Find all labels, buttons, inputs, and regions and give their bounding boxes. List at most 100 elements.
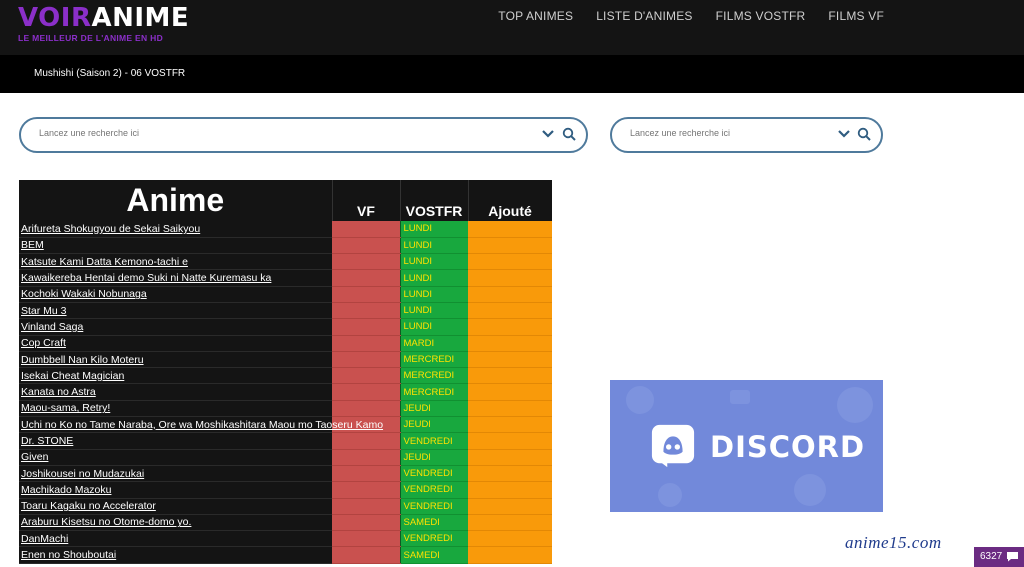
vostfr-day-cell: MERCREDI: [399, 383, 468, 401]
vostfr-day-cell: LUNDI: [399, 269, 468, 287]
vf-cell: [332, 253, 400, 271]
vostfr-day-cell: JEUDI: [399, 416, 468, 434]
anime-title-link[interactable]: Given: [19, 449, 332, 466]
chevron-down-icon[interactable]: [837, 127, 851, 141]
anime-schedule-table: Anime VF VOSTFR Ajouté Arifureta Shokugy…: [19, 180, 552, 564]
table-row: Araburu Kisetsu no Otome-domo yo. SAMEDI: [19, 514, 552, 532]
nav-liste-animes[interactable]: LISTE D'ANIMES: [596, 9, 692, 23]
anime-title-link[interactable]: Maou-sama, Retry!: [19, 400, 332, 418]
table-row: DanMachi VENDREDI: [19, 530, 552, 548]
anime-schedule-table-wrap: Anime VF VOSTFR Ajouté Arifureta Shokugy…: [19, 180, 552, 567]
logo-part-voir: VOIR: [18, 3, 92, 33]
header-ajoute: Ajouté: [468, 180, 552, 221]
table-row: Given JEUDI: [19, 449, 552, 466]
table-row: Cop Craft MARDI: [19, 335, 552, 352]
anime-title-link[interactable]: Kochoki Wakaki Nobunaga: [19, 286, 332, 303]
anime-title-link[interactable]: Toaru Kagaku no Accelerator: [19, 498, 332, 515]
sidebar-search-input[interactable]: [630, 128, 830, 138]
ajoute-cell: [468, 237, 552, 255]
chat-bubble-icon: [1007, 552, 1018, 562]
vostfr-day-cell: LUNDI: [399, 286, 468, 303]
vf-cell: [332, 269, 400, 287]
view-count-badge[interactable]: 6327: [974, 547, 1024, 567]
main-nav: TOP ANIMES LISTE D'ANIMES FILMS VOSTFR F…: [498, 9, 884, 23]
vf-cell: [332, 400, 400, 418]
vostfr-day-cell: MERCREDI: [399, 351, 468, 369]
table-row: Katsute Kami Datta Kemono-tachi e LUNDI: [19, 253, 552, 271]
anime-title-link[interactable]: BEM: [19, 237, 332, 255]
table-row: Kochoki Wakaki Nobunaga LUNDI: [19, 286, 552, 303]
discord-banner[interactable]: DISCORD: [610, 380, 883, 512]
table-row: Toaru Kagaku no Accelerator VENDREDI: [19, 498, 552, 515]
table-row: Machikado Mazoku VENDREDI: [19, 481, 552, 499]
table-body: Arifureta Shokugyou de Sekai Saikyou LUND…: [19, 221, 552, 564]
search-input[interactable]: [39, 128, 519, 138]
vostfr-day-cell: VENDREDI: [399, 498, 468, 515]
search-icon[interactable]: [857, 127, 871, 141]
chevron-down-icon[interactable]: [541, 127, 555, 141]
nav-films-vostfr[interactable]: FILMS VOSTFR: [716, 9, 806, 23]
table-row: Vinland Saga LUNDI: [19, 318, 552, 336]
ajoute-cell: [468, 302, 552, 320]
vostfr-day-cell: MARDI: [399, 335, 468, 352]
ajoute-cell: [468, 546, 552, 564]
vostfr-day-cell: VENDREDI: [399, 432, 468, 450]
vostfr-day-cell: VENDREDI: [399, 465, 468, 483]
anime-title-link[interactable]: DanMachi: [19, 530, 332, 548]
ajoute-cell: [468, 351, 552, 369]
vf-cell: [332, 530, 400, 548]
anime-title-link[interactable]: Arifureta Shokugyou de Sekai Saikyou: [19, 221, 332, 238]
vf-cell: [332, 318, 400, 336]
vostfr-day-cell: LUNDI: [399, 253, 468, 271]
anime-title-link[interactable]: Star Mu 3: [19, 302, 332, 320]
table-row: Dumbbell Nan Kilo Moteru MERCREDI: [19, 351, 552, 369]
vf-cell: [332, 302, 400, 320]
vostfr-day-cell: MERCREDI: [399, 367, 468, 385]
ajoute-cell: [468, 465, 552, 483]
table-row: Kawaikereba Hentai demo Suki ni Natte Ku…: [19, 269, 552, 287]
nav-films-vf[interactable]: FILMS VF: [828, 9, 884, 23]
ajoute-cell: [468, 286, 552, 303]
vostfr-day-cell: LUNDI: [399, 318, 468, 336]
search-icon[interactable]: [562, 127, 576, 141]
anime-title-link[interactable]: Cop Craft: [19, 335, 332, 352]
anime-title-link[interactable]: Dumbbell Nan Kilo Moteru: [19, 351, 332, 369]
vostfr-day-cell: JEUDI: [399, 400, 468, 418]
vostfr-day-cell: SAMEDI: [399, 546, 468, 564]
anime-title-link[interactable]: Dr. STONE: [19, 432, 332, 450]
table-row: Kanata no Astra MERCREDI: [19, 383, 552, 401]
ajoute-cell: [468, 318, 552, 336]
table-row: Enen no Shouboutai SAMEDI: [19, 546, 552, 564]
anime-title-link[interactable]: Kanata no Astra: [19, 383, 332, 401]
anime-title-link[interactable]: Vinland Saga: [19, 318, 332, 336]
anime-title-link[interactable]: Araburu Kisetsu no Otome-domo yo.: [19, 514, 332, 532]
nav-top-animes[interactable]: TOP ANIMES: [498, 9, 573, 23]
vf-cell: [332, 432, 400, 450]
watermark-text: anime15.com: [845, 533, 942, 552]
vf-cell: [332, 286, 400, 303]
ajoute-cell: [468, 253, 552, 271]
header-vf: VF: [332, 180, 401, 221]
ajoute-cell: [468, 416, 552, 434]
anime-title-link[interactable]: Enen no Shouboutai: [19, 546, 332, 564]
anime-title-link[interactable]: Joshikousei no Mudazukai: [19, 465, 332, 483]
logo-tagline: LE MEILLEUR DE L'ANIME EN HD: [18, 33, 164, 43]
anime-title-link[interactable]: Isekai Cheat Magician: [19, 367, 332, 385]
anime-title-link[interactable]: Machikado Mazoku: [19, 481, 332, 499]
top-navbar: VOIRANIME LE MEILLEUR DE L'ANIME EN HD T…: [0, 0, 1024, 55]
vostfr-day-cell: SAMEDI: [399, 514, 468, 532]
vf-cell: [332, 351, 400, 369]
anime-title-link[interactable]: Katsute Kami Datta Kemono-tachi e: [19, 253, 332, 271]
site-logo[interactable]: VOIRANIME LE MEILLEUR DE L'ANIME EN HD: [18, 4, 189, 43]
ajoute-cell: [468, 400, 552, 418]
anime-title-link[interactable]: Kawaikereba Hentai demo Suki ni Natte Ku…: [19, 269, 332, 287]
table-row: Arifureta Shokugyou de Sekai Saikyou LUND…: [19, 221, 552, 238]
ajoute-cell: [468, 335, 552, 352]
table-row: Joshikousei no Mudazukai VENDREDI: [19, 465, 552, 483]
ajoute-cell: [468, 530, 552, 548]
anime-title-link[interactable]: Uchi no Ko no Tame Naraba, Ore wa Moshik…: [19, 416, 383, 434]
discord-label: DISCORD: [710, 430, 866, 464]
vf-cell: [332, 367, 400, 385]
vf-cell: [332, 237, 400, 255]
vostfr-day-cell: LUNDI: [399, 302, 468, 320]
